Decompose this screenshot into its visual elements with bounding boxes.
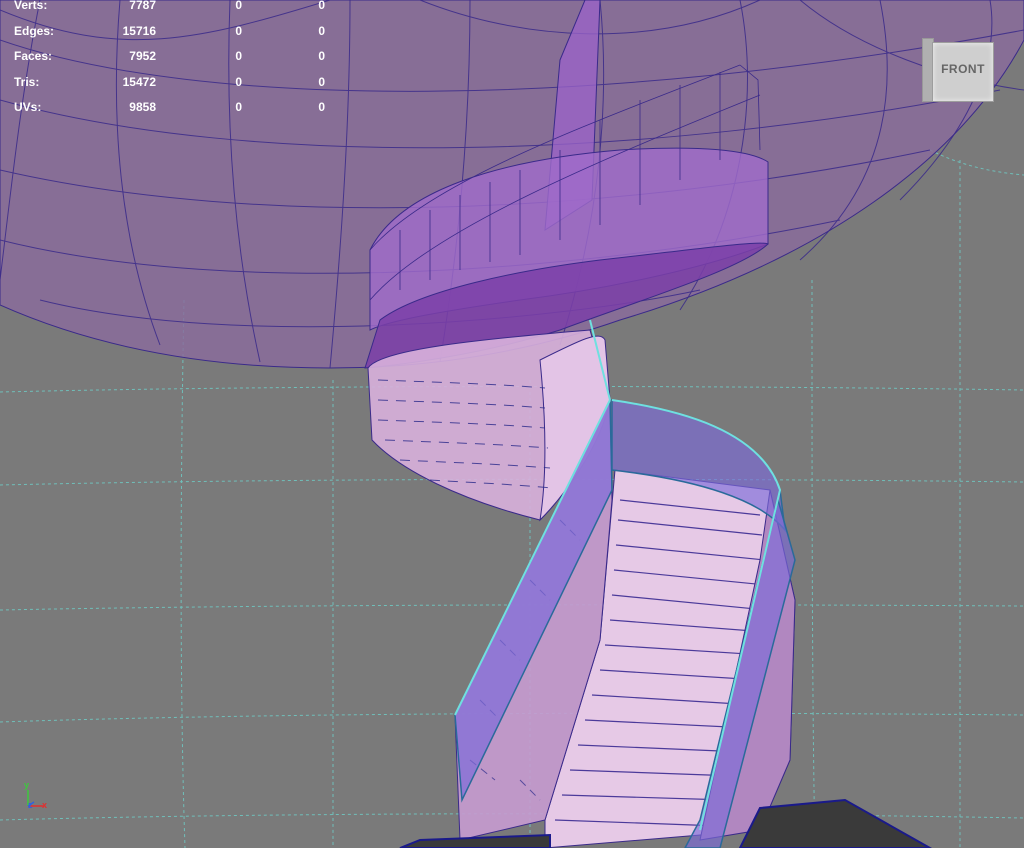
hud-selected-value: 0 — [235, 49, 242, 63]
hud-selected-value: 0 — [235, 100, 242, 114]
hud-other-value: 0 — [318, 74, 325, 89]
hud-total-value: 15472 — [122, 74, 156, 89]
hud-total-value: 7787 — [129, 0, 156, 12]
hud-row: Edges: 15716 0 0 — [0, 24, 340, 44]
hud-row: UVs: 9858 0 0 — [0, 100, 340, 120]
hud-row: Verts: 7787 0 0 — [0, 0, 340, 18]
scene-canvas[interactable] — [0, 0, 1024, 848]
hud-other-value: 0 — [318, 100, 325, 114]
hud-other-value: 0 — [318, 0, 325, 12]
axis-y-label: y — [24, 780, 30, 790]
hud-selected-value: 0 — [235, 0, 242, 12]
hud-label: Tris: — [14, 74, 40, 89]
hud-other-value: 0 — [318, 49, 325, 63]
view-cube-label: FRONT — [941, 62, 985, 76]
hud-label: Verts: — [14, 0, 48, 12]
hud-total-value: 9858 — [129, 100, 156, 114]
hud-row: Faces: 7952 0 0 — [0, 49, 340, 69]
view-cube[interactable]: FRONT — [922, 38, 994, 102]
hud-selected-value: 0 — [235, 74, 242, 89]
hud-label: UVs: — [14, 100, 42, 114]
3d-viewport[interactable]: Verts: 7787 0 0 Edges: 15716 0 0 Faces: 7952 0 0 Tri… — [0, 0, 1024, 848]
hud-row: Tris: 15472 0 0 — [0, 75, 340, 95]
axis-z-label: z — [28, 800, 33, 810]
hud-total-value: 7952 — [129, 49, 156, 63]
hud-selected-value: 0 — [235, 23, 242, 38]
hud-total-value: 15716 — [122, 23, 156, 38]
hud-label: Edges: — [14, 23, 55, 38]
axis-x-label: x — [42, 800, 48, 810]
hud-other-value: 0 — [318, 23, 325, 38]
hud-label: Faces: — [14, 49, 53, 63]
axis-gizmo-icon: y z x — [18, 778, 58, 818]
